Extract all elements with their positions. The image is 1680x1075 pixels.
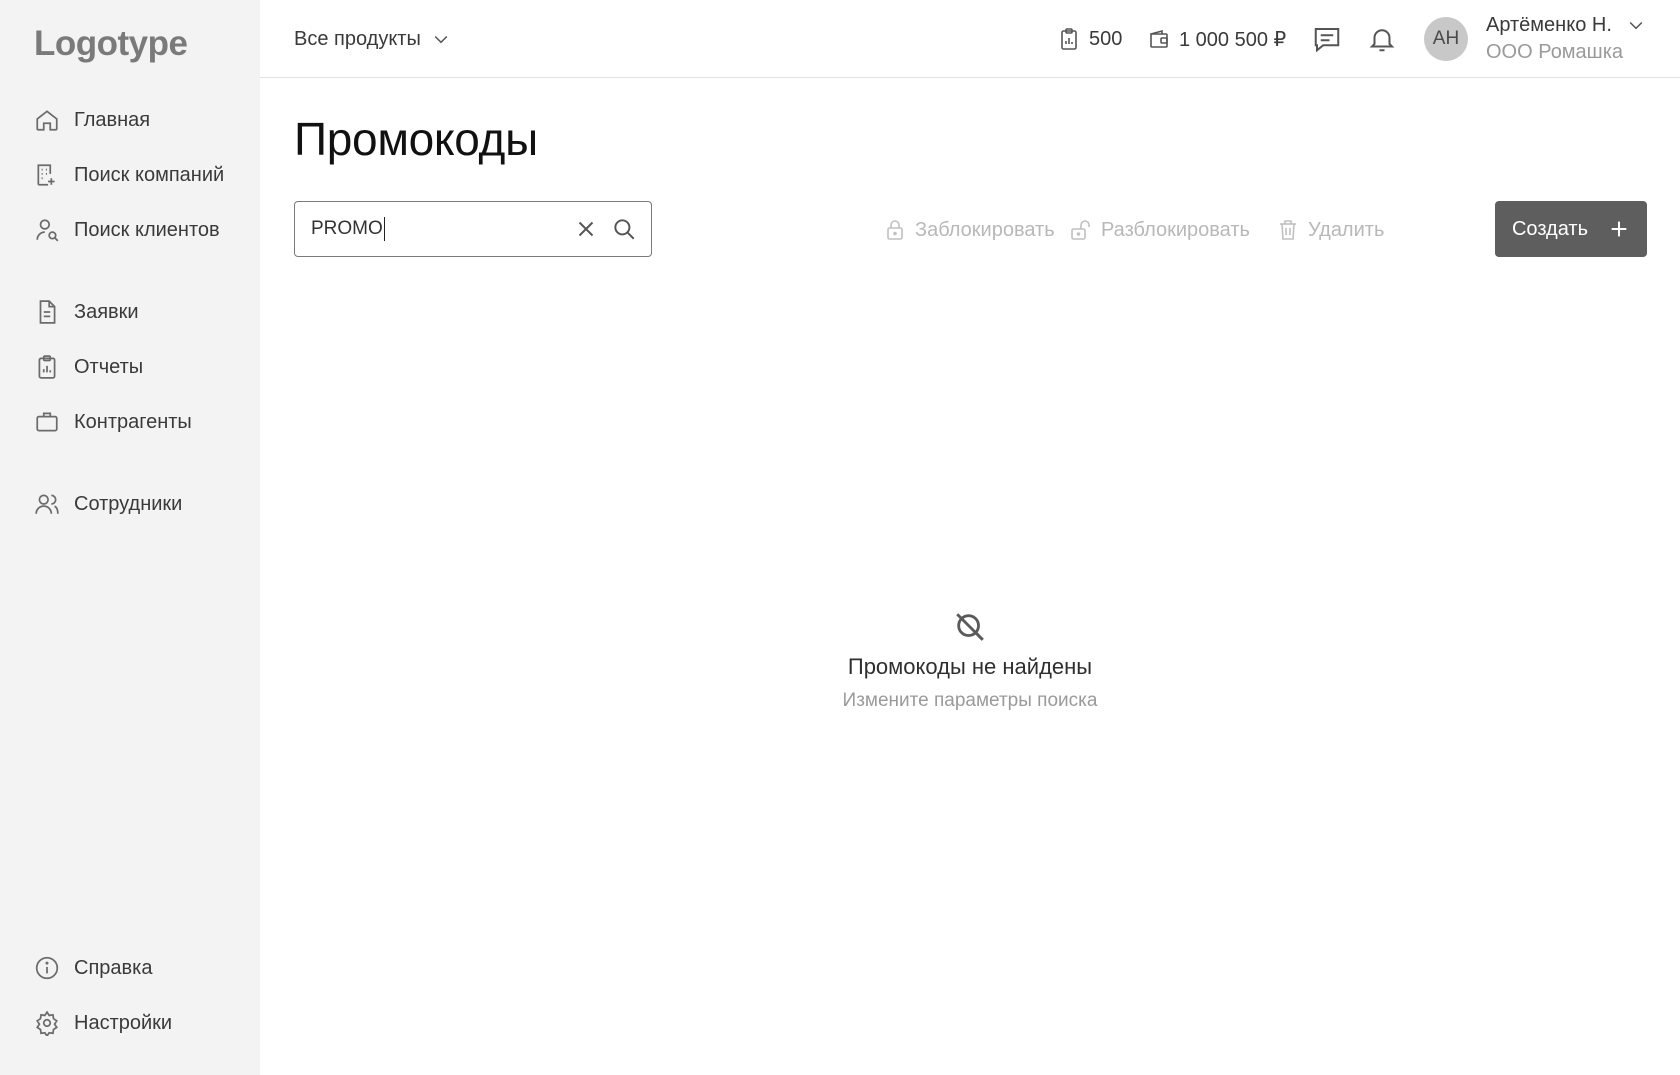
chevron-down-icon [434, 35, 448, 44]
sidebar-item-counterparties[interactable]: Контрагенты [34, 402, 192, 442]
search-off-icon [956, 613, 984, 641]
search-input[interactable]: PROMO [311, 217, 561, 241]
sidebar-item-company-search[interactable]: Поиск компаний [34, 155, 224, 195]
unlock-icon [1071, 220, 1090, 240]
top-bar: Все продукты 500 1 000 500 ₽ АН Артёменк… [260, 0, 1680, 78]
delete-button[interactable]: Удалить [1276, 215, 1384, 245]
sidebar-item-label: Настройки [74, 1011, 173, 1034]
text-caret [383, 217, 386, 241]
product-select-label: Все продукты [294, 27, 421, 50]
sidebar-item-label: Отчеты [74, 355, 144, 378]
reports-count: 500 [1089, 27, 1123, 50]
sidebar-item-client-search[interactable]: Поиск клиентов [34, 210, 220, 250]
search-icon[interactable] [611, 216, 637, 242]
sidebar-item-settings[interactable]: Настройки [34, 1003, 172, 1043]
wallet-icon [1150, 29, 1168, 48]
sidebar: Logotype Главная Поиск компаний Поиск кл… [0, 0, 260, 1075]
sidebar-item-applications[interactable]: Заявки [34, 292, 139, 332]
main-content: Все продукты 500 1 000 500 ₽ АН Артёменк… [260, 0, 1680, 1075]
create-button-label: Создать [1511, 217, 1588, 240]
sidebar-item-label: Справка [74, 956, 153, 979]
home-icon [36, 110, 58, 131]
chat-icon [1314, 28, 1340, 53]
plus-icon [1611, 221, 1627, 237]
search-input-value: PROMO [311, 218, 383, 239]
empty-state-title: Промокоды не найдены [847, 654, 1093, 679]
document-icon [39, 300, 56, 324]
sidebar-item-label: Заявки [74, 300, 139, 323]
sidebar-item-label: Сотрудники [74, 492, 183, 515]
block-button[interactable]: Заблокировать [883, 215, 1055, 245]
sidebar-item-home[interactable]: Главная [34, 100, 150, 140]
user-name: Артёменко Н. [1486, 14, 1612, 36]
sidebar-item-label: Контрагенты [74, 410, 192, 433]
briefcase-icon [36, 412, 58, 432]
sidebar-item-employees[interactable]: Сотрудники [34, 484, 182, 524]
user-name-row: Артёменко Н. [1486, 12, 1646, 38]
sidebar-item-label: Главная [74, 108, 151, 131]
clear-icon[interactable] [573, 216, 599, 242]
sidebar-item-help[interactable]: Справка [34, 948, 152, 988]
users-icon [35, 494, 59, 514]
balance[interactable]: 1 000 500 ₽ [1147, 24, 1286, 54]
logo[interactable]: Logotype [34, 24, 188, 64]
reports-counter[interactable]: 500 [1057, 24, 1122, 54]
unblock-button[interactable]: Разблокировать [1069, 215, 1250, 245]
block-button-label: Заблокировать [915, 218, 1055, 241]
search-field[interactable]: PROMO [294, 201, 652, 257]
delete-button-label: Удалить [1308, 218, 1385, 241]
unblock-button-label: Разблокировать [1101, 218, 1250, 241]
notifications-button[interactable] [1365, 22, 1399, 56]
app: Logotype Главная Поиск компаний Поиск кл… [0, 0, 1680, 1075]
gear-icon [36, 1010, 58, 1036]
building-search-icon [37, 164, 55, 186]
report-icon [38, 355, 56, 379]
bell-icon [1369, 29, 1395, 52]
messages-button[interactable] [1310, 22, 1344, 56]
balance-amount: 1 000 500 ₽ [1179, 28, 1287, 51]
chevron-down-icon [1629, 21, 1643, 30]
sidebar-item-reports[interactable]: Отчеты [34, 347, 143, 387]
user-menu[interactable]: Артёменко Н. ООО Ромашка [1486, 12, 1646, 66]
page-title: Промокоды [294, 113, 538, 165]
sidebar-item-label: Поиск клиентов [74, 218, 220, 241]
avatar[interactable]: АН [1424, 17, 1468, 61]
user-organization: ООО Ромашка [1486, 41, 1624, 63]
info-icon [35, 956, 59, 980]
trash-icon [1280, 220, 1296, 240]
user-search-icon [36, 219, 59, 242]
create-button[interactable]: Создать [1495, 201, 1647, 257]
lock-icon [887, 220, 903, 240]
report-icon [1061, 28, 1077, 50]
product-select[interactable]: Все продукты [294, 24, 451, 54]
empty-state-subtitle: Измените параметры поиска [842, 690, 1098, 711]
sidebar-item-label: Поиск компаний [74, 163, 225, 186]
empty-state: Промокоды не найдены Измените параметры … [760, 610, 1180, 712]
